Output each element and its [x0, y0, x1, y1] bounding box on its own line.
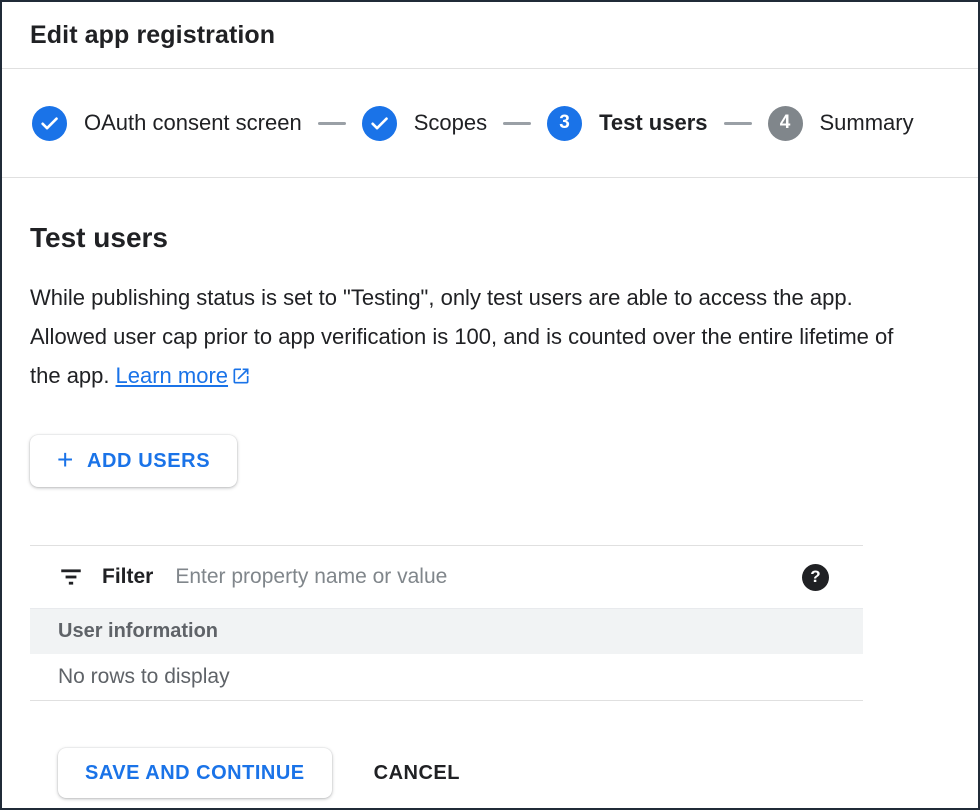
step-oauth-consent-screen[interactable]: OAuth consent screen: [32, 106, 302, 141]
table-header-row: User information: [30, 608, 863, 654]
main-content: Test users While publishing status is se…: [2, 222, 978, 798]
open-in-new-icon: [231, 366, 251, 386]
step-test-users[interactable]: 3 Test users: [547, 106, 707, 141]
step-connector: [318, 122, 346, 125]
save-and-continue-button[interactable]: SAVE AND CONTINUE: [58, 748, 332, 798]
section-title: Test users: [30, 222, 950, 254]
step-summary[interactable]: 4 Summary: [768, 106, 914, 141]
step-label: Test users: [599, 110, 707, 136]
step-number-badge: 4: [768, 106, 803, 141]
filter-list-icon[interactable]: [58, 564, 84, 590]
page-header: Edit app registration: [2, 2, 978, 69]
filter-bar: Filter ?: [30, 545, 863, 608]
table-empty-row: No rows to display: [30, 654, 863, 701]
step-scopes[interactable]: Scopes: [362, 106, 487, 141]
wizard-stepper: OAuth consent screen Scopes 3 Test users…: [2, 69, 978, 178]
page-title: Edit app registration: [30, 21, 275, 50]
add-users-button[interactable]: + ADD USERS: [30, 435, 237, 487]
filter-input[interactable]: [175, 565, 784, 589]
step-number-badge: 3: [547, 106, 582, 141]
description-text: While publishing status is set to "Testi…: [30, 278, 896, 395]
footer-actions: SAVE AND CONTINUE CANCEL: [30, 748, 950, 798]
test-users-table: Filter ? User information No rows to dis…: [30, 545, 863, 701]
learn-more-link[interactable]: Learn more: [116, 363, 252, 388]
step-connector: [724, 122, 752, 125]
edit-app-registration-window: Edit app registration OAuth consent scre…: [0, 0, 980, 810]
check-icon: [362, 106, 397, 141]
step-label: OAuth consent screen: [84, 110, 302, 136]
check-icon: [32, 106, 67, 141]
plus-icon: +: [57, 446, 74, 474]
empty-state-message: No rows to display: [58, 665, 230, 689]
column-header-user-information: User information: [58, 620, 218, 643]
step-label: Scopes: [414, 110, 487, 136]
add-users-label: ADD USERS: [87, 450, 210, 473]
cancel-button[interactable]: CANCEL: [374, 762, 460, 785]
help-icon[interactable]: ?: [802, 564, 829, 591]
step-label: Summary: [820, 110, 914, 136]
filter-label: Filter: [102, 565, 153, 589]
step-connector: [503, 122, 531, 125]
learn-more-label: Learn more: [116, 363, 229, 388]
